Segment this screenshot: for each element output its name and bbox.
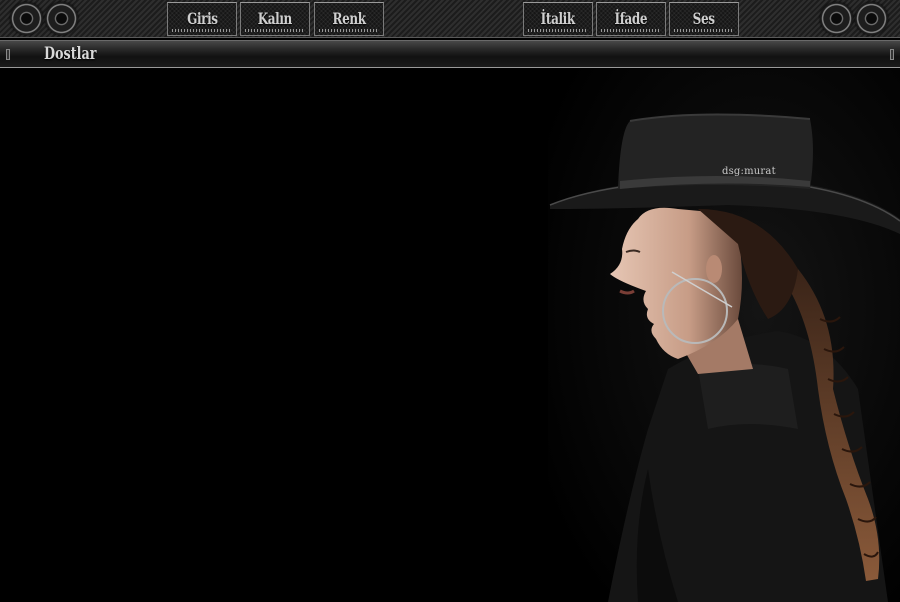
speaker-icon: [855, 2, 888, 35]
friends-tab[interactable]: Dostlar: [44, 44, 96, 64]
speaker-icon: [820, 2, 853, 35]
top-toolbar: Giris Kalın Renk İtalik İfade Ses: [0, 0, 900, 38]
bold-button[interactable]: Kalın: [240, 2, 310, 36]
emoticon-button-label: İfade: [614, 8, 648, 28]
emoticon-button[interactable]: İfade: [596, 2, 666, 36]
giris-button[interactable]: Giris: [167, 2, 237, 36]
color-button-label: Renk: [332, 8, 366, 28]
bold-button-label: Kalın: [257, 8, 293, 28]
friends-bar: Dostlar: [0, 40, 900, 68]
speaker-icon: [45, 2, 78, 35]
speaker-icon: [10, 2, 43, 35]
italic-button-label: İtalik: [540, 8, 576, 28]
woman-in-hat-illustration: [548, 69, 900, 602]
left-grip-icon: [6, 49, 10, 60]
italic-button[interactable]: İtalik: [523, 2, 593, 36]
sound-button-label: Ses: [693, 8, 715, 28]
background-photo: dsg:murat: [548, 69, 900, 602]
designer-signature: dsg:murat: [722, 166, 776, 177]
color-button[interactable]: Renk: [314, 2, 384, 36]
right-grip-icon: [890, 49, 894, 60]
sound-button[interactable]: Ses: [669, 2, 739, 36]
giris-button-label: Giris: [186, 8, 218, 28]
